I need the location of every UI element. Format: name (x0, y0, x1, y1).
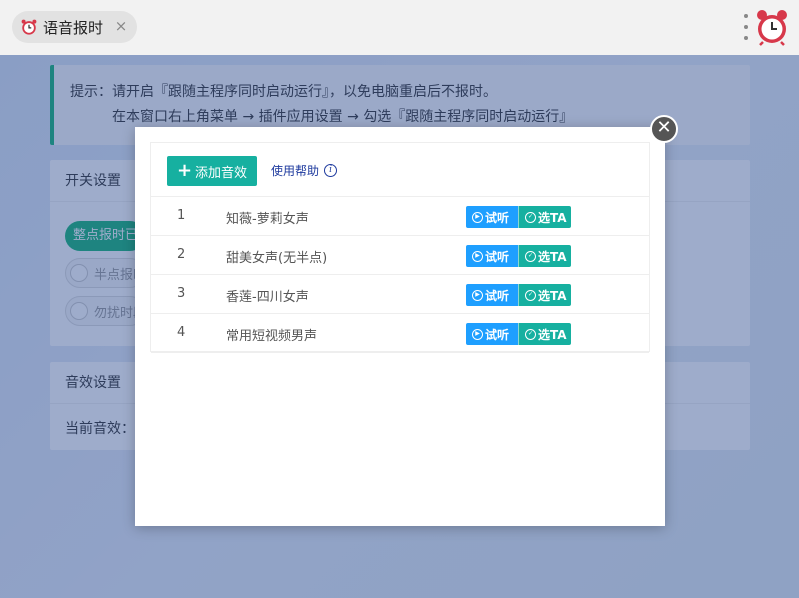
add-sound-button[interactable]: + 添加音效 (167, 156, 257, 186)
play-circle-icon: ▶ (472, 328, 483, 340)
row-sound-name: 知薇-萝莉女声 (226, 212, 309, 227)
row-index: 3 (177, 286, 186, 301)
alarm-clock-icon (21, 19, 37, 35)
row-sound-name: 香莲-四川女声 (226, 290, 309, 305)
sound-list-panel: + 添加音效 使用帮助 i 1 知薇-萝莉女声 ▶ 试听 ✓ 选TA 2 甜美女… (150, 142, 650, 353)
listen-label: 试听 (485, 288, 510, 303)
select-label: 选TA (538, 249, 567, 264)
row-index: 2 (177, 247, 186, 262)
play-circle-icon: ▶ (472, 289, 483, 301)
play-circle-icon: ▶ (472, 211, 483, 223)
row-sound-name: 甜美女声(无半点) (226, 251, 328, 266)
listen-label: 试听 (485, 327, 510, 342)
table-row: 3 香莲-四川女声 ▶ 试听 ✓ 选TA (151, 275, 649, 314)
select-button[interactable]: ✓ 选TA (518, 284, 571, 306)
modal-close-icon[interactable]: ✕ (650, 115, 678, 143)
table-row: 1 知薇-萝莉女声 ▶ 试听 ✓ 选TA (151, 197, 649, 236)
tab-close-icon[interactable]: × (113, 18, 129, 34)
select-button[interactable]: ✓ 选TA (518, 323, 571, 345)
help-link[interactable]: 使用帮助 i (271, 162, 338, 179)
play-circle-icon: ▶ (472, 250, 483, 262)
listen-button[interactable]: ▶ 试听 (466, 323, 518, 345)
alarm-clock-icon (757, 10, 787, 46)
row-sound-name: 常用短视频男声 (226, 329, 318, 344)
select-button[interactable]: ✓ 选TA (518, 206, 571, 228)
sound-list-toolbar: + 添加音效 使用帮助 i (151, 143, 649, 197)
row-index: 4 (177, 325, 186, 340)
help-link-label: 使用帮助 (271, 164, 320, 178)
title-bar: 语音报时 × (0, 0, 799, 55)
row-index: 1 (177, 208, 186, 223)
select-label: 选TA (538, 327, 567, 342)
check-circle-icon: ✓ (525, 289, 536, 301)
check-circle-icon: ✓ (525, 250, 536, 262)
listen-button[interactable]: ▶ 试听 (466, 284, 518, 306)
listen-button[interactable]: ▶ 试听 (466, 245, 518, 267)
add-sound-label: 添加音效 (195, 165, 248, 181)
select-label: 选TA (538, 288, 567, 303)
kebab-menu-icon[interactable] (741, 14, 751, 40)
check-circle-icon: ✓ (525, 328, 536, 340)
tab-title: 语音报时 (43, 18, 104, 37)
listen-label: 试听 (485, 210, 510, 225)
table-row: 2 甜美女声(无半点) ▶ 试听 ✓ 选TA (151, 236, 649, 275)
tab-voice-time[interactable]: 语音报时 × (12, 11, 137, 43)
check-circle-icon: ✓ (525, 211, 536, 223)
info-icon: i (324, 164, 338, 177)
listen-label: 试听 (485, 249, 510, 264)
plus-icon: + (176, 160, 193, 181)
table-row: 4 常用短视频男声 ▶ 试听 ✓ 选TA (151, 314, 649, 353)
select-label: 选TA (538, 210, 567, 225)
sound-effect-modal: + 添加音效 使用帮助 i 1 知薇-萝莉女声 ▶ 试听 ✓ 选TA 2 甜美女… (135, 127, 665, 526)
listen-button[interactable]: ▶ 试听 (466, 206, 518, 228)
select-button[interactable]: ✓ 选TA (518, 245, 571, 267)
